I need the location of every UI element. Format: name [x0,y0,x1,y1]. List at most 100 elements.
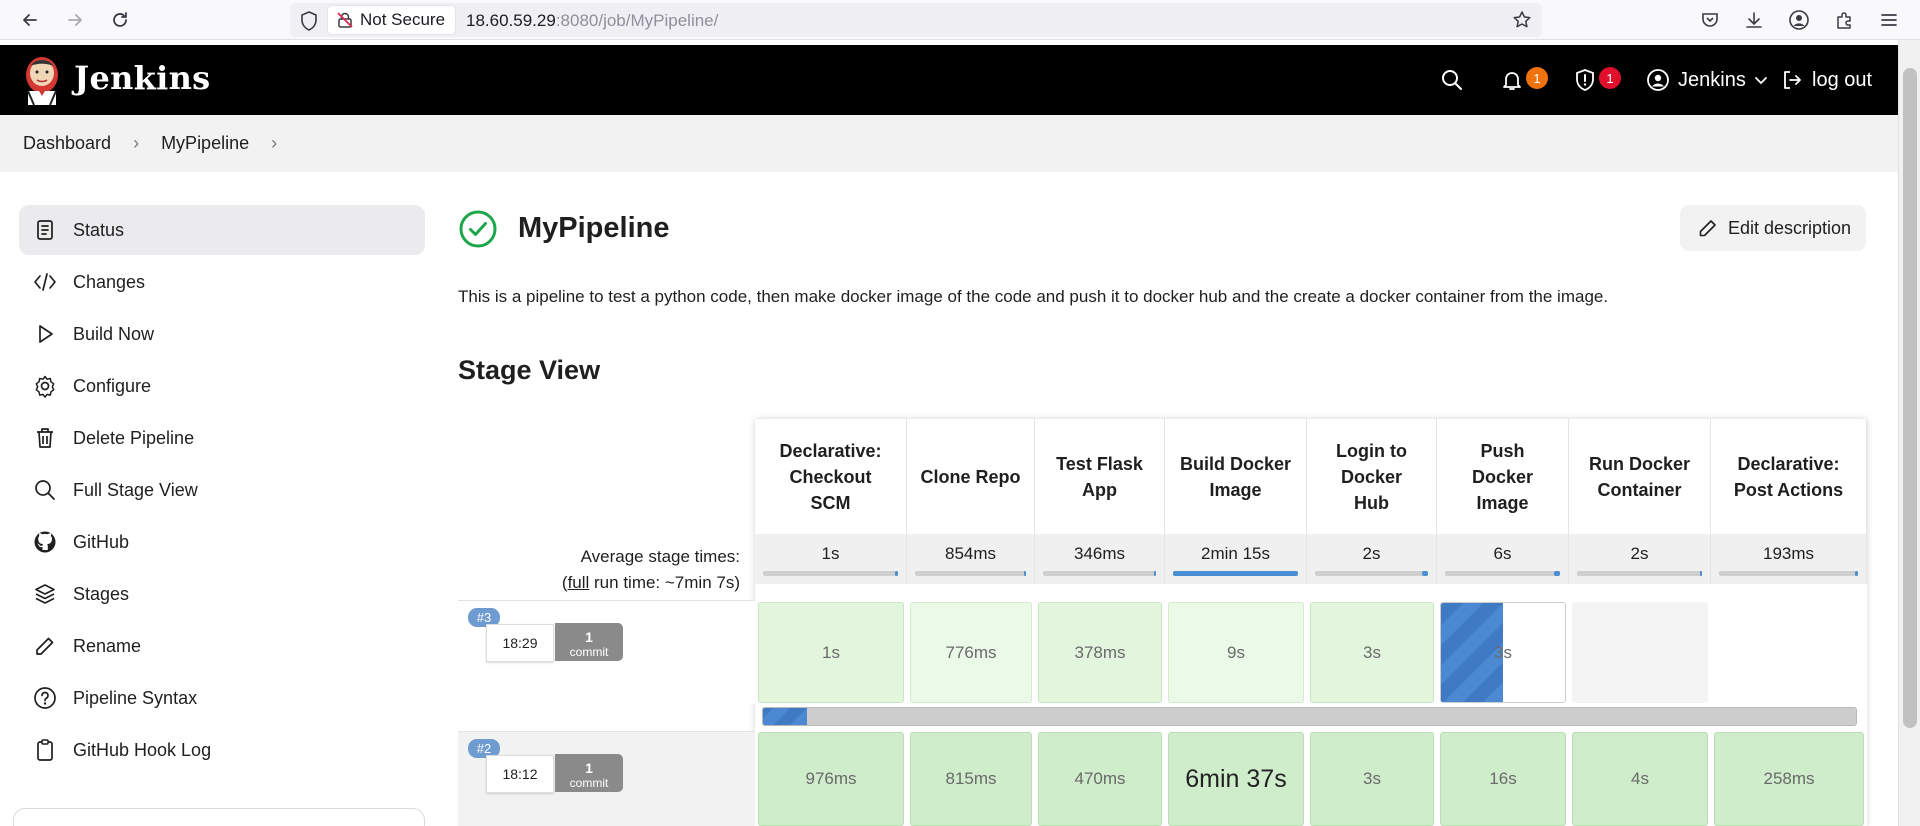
stage-header-line: Declarative: [1737,453,1840,474]
average-time-bar [1173,571,1298,576]
notifications-button[interactable]: 1 [1500,45,1548,115]
commit-count-button[interactable]: 1 commit [555,623,623,661]
scrollbar-thumb[interactable] [1903,68,1917,728]
pocket-icon[interactable] [1697,7,1723,33]
breadcrumb-chevron-icon: › [133,133,140,153]
extensions-icon[interactable] [1831,7,1857,33]
stage-cell[interactable]: 1s [758,602,904,703]
sidebar-item-delete-pipeline[interactable]: Delete Pipeline [19,413,425,463]
stage-header-line: Build Docker [1179,453,1292,474]
sidebar-item-label: Delete Pipeline [73,427,195,448]
stage-duration: 3s [1494,642,1512,662]
menu-icon[interactable] [1876,7,1902,33]
logout-button[interactable]: log out [1780,45,1872,115]
build-progress-bar [762,707,1857,726]
search-button[interactable] [1440,45,1464,115]
stage-cell[interactable]: 258ms [1714,732,1864,826]
account-icon[interactable] [1786,7,1812,33]
app-title[interactable]: Jenkins [74,59,210,97]
stage-cell[interactable]: 378ms [1038,602,1162,703]
stage-duration: 258ms [1763,769,1815,788]
breadcrumb: Dashboard › MyPipeline › [0,115,1898,172]
security-button[interactable]: 1 [1573,45,1621,115]
address-bar[interactable]: Not Secure 18.60.59.29:8080/job/MyPipeli… [290,3,1542,37]
stage-average-time: 2min 15s [1165,534,1307,584]
stage-header-line: Declarative: [779,440,882,461]
stage-cell[interactable]: 3s [1310,732,1434,826]
stage-header-text: Declarative: Post Actions [1734,451,1843,503]
user-menu[interactable]: Jenkins [1646,45,1768,115]
average-time-value: 1s [821,544,840,563]
logout-label: log out [1812,68,1873,91]
breadcrumb-mypipeline[interactable]: MyPipeline [161,133,249,154]
stage-duration: 815ms [945,769,997,788]
bookmark-star-icon[interactable] [1512,10,1532,35]
stage-header-line: Docker [1471,466,1534,487]
build-time: 18:12 [486,755,554,793]
full-run-suffix: run time: ~7min 7s) [589,573,740,592]
stage-header-text: Clone Repo [920,464,1020,490]
page-scrollbar[interactable] [1898,40,1920,826]
breadcrumb-dashboard[interactable]: Dashboard [23,133,111,154]
tracking-shield-icon[interactable] [300,11,318,36]
full-run-link[interactable]: full [568,573,590,592]
stage-duration: 976ms [805,769,857,788]
sidebar-item-github-hook-log[interactable]: GitHub Hook Log [19,725,425,775]
stage-cell[interactable]: 470ms [1038,732,1162,826]
browser-toolbar: Not Secure 18.60.59.29:8080/job/MyPipeli… [0,0,1920,40]
download-icon[interactable] [1741,7,1767,33]
average-time-value: 193ms [1762,544,1815,563]
job-description: This is a pipeline to test a python code… [458,287,1609,306]
sidebar-item-pipeline-syntax[interactable]: Pipeline Syntax [19,673,425,723]
stage-header-line: App [1082,479,1117,500]
stage-header: Clone Repo [907,419,1035,534]
stage-cell[interactable]: 9s [1168,602,1304,703]
stage-cell[interactable]: 16s [1440,732,1566,826]
sidebar-item-github[interactable]: GitHub [19,517,425,567]
edit-description-button[interactable]: Edit description [1680,205,1866,251]
stage-header-line: Checkout [789,466,872,487]
insecure-lock-icon [337,12,353,28]
sidebar-item-full-stage-view[interactable]: Full Stage View [19,465,425,515]
breadcrumb-chevron-icon[interactable]: › [271,133,277,154]
stage-cell[interactable]: 3s [1310,602,1434,703]
commit-count: 1 [585,760,593,776]
commit-count-button[interactable]: 1 commit [555,754,623,792]
stage-header-line: Post Actions [1733,479,1844,500]
average-time-bar [1577,571,1702,576]
stage-average-time: 193ms [1711,534,1867,584]
success-status-icon [458,209,498,254]
stage-header: Build Docker Image [1165,419,1307,534]
stage-cell[interactable]: 776ms [910,602,1032,703]
back-icon[interactable] [16,6,44,34]
help-icon [33,686,57,710]
stage-header: Login to Docker Hub [1307,419,1437,534]
stage-average-time: 854ms [907,534,1035,584]
stage-cell-running[interactable]: 3s [1440,602,1566,703]
stage-cell[interactable]: 976ms [758,732,904,826]
stage-duration: 6min 37s [1185,764,1287,793]
user-name: Jenkins [1678,68,1746,91]
sidebar-item-changes[interactable]: Changes [19,257,425,307]
stage-header-line: Push [1480,440,1525,461]
url-text[interactable]: 18.60.59.29:8080/job/MyPipeline/ [466,11,718,31]
sidebar-item-stages[interactable]: Stages [19,569,425,619]
stage-cell[interactable]: 815ms [910,732,1032,826]
jenkins-logo-icon[interactable] [22,51,62,107]
reload-icon[interactable] [106,6,134,34]
stage-cell[interactable]: 6min 37s [1168,732,1304,826]
stage-duration: 470ms [1074,769,1126,788]
stage-average-time: 6s [1437,534,1569,584]
forward-icon[interactable] [61,6,89,34]
stage-cell[interactable]: 4s [1572,732,1708,826]
sidebar-item-configure[interactable]: Configure [19,361,425,411]
sidebar-item-rename[interactable]: Rename [19,621,425,671]
commit-label: commit [569,645,609,659]
not-secure-indicator[interactable]: Not Secure [328,6,456,34]
sidebar-item-build-now[interactable]: Build Now [19,309,425,359]
stage-view-title: Stage View [458,355,601,385]
stage-header-line: Hub [1353,492,1389,513]
average-time-bar [763,571,898,576]
sidebar-item-status[interactable]: Status [19,205,425,255]
average-time-value: 2s [1630,544,1649,563]
